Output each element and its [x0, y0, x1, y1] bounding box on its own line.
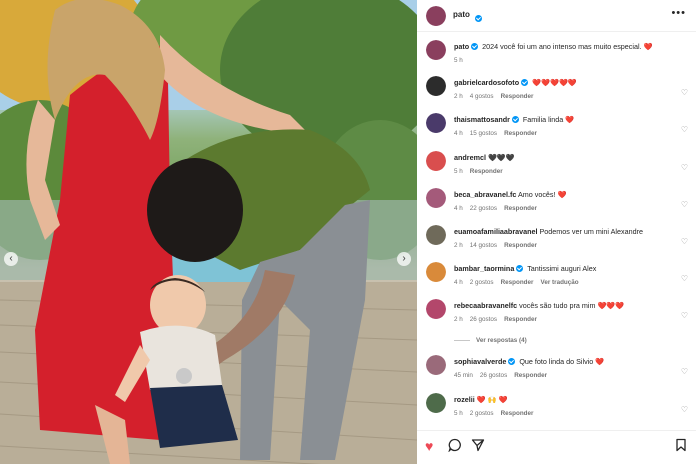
reply-button[interactable]: Responder — [470, 168, 503, 175]
verified-icon — [511, 116, 519, 124]
comment-likes[interactable]: 4 gostos — [470, 93, 494, 100]
caption-author-avatar[interactable] — [426, 40, 446, 60]
commenter-username[interactable]: gabrielcardosofoto — [454, 78, 519, 87]
heart-outline-icon[interactable]: ♡ — [681, 125, 688, 134]
heart-outline-icon[interactable]: ♡ — [681, 237, 688, 246]
heart-filled-icon[interactable]: ♥ — [425, 438, 433, 454]
commenter-avatar[interactable] — [426, 113, 446, 133]
comments-panel: pato ••• pato 2024 você foi um ano inten… — [417, 0, 696, 464]
previous-image-arrow[interactable]: ‹ — [4, 252, 18, 266]
bookmark-icon[interactable] — [675, 438, 687, 455]
next-image-arrow[interactable]: › — [397, 252, 411, 266]
commenter-username[interactable]: andremcl — [454, 153, 486, 162]
view-replies-link[interactable]: Ver respostas (4) — [454, 337, 527, 344]
commenter-username[interactable]: beca_abravanel.fc — [454, 190, 516, 199]
commenter-avatar[interactable] — [426, 299, 446, 319]
reply-button[interactable]: Responder — [504, 130, 537, 137]
caption-text: 2024 você foi um ano intenso mas muito e… — [482, 42, 653, 51]
commenter-avatar[interactable] — [426, 188, 446, 208]
comment-text: ❤️❤️❤️❤️❤️ — [532, 78, 577, 87]
commenter-username[interactable]: euamoafamiliaabravanel — [454, 227, 538, 236]
comment-item: gabrielcardosofoto ❤️❤️❤️❤️❤️ 2 h 4 gostos… — [417, 76, 696, 112]
post-photo: ‹ › — [0, 0, 417, 464]
comment-time: 2 h — [454, 316, 463, 323]
comment-text: ❤️ 🙌 ❤️ — [476, 395, 508, 404]
comment-text: Que foto linda do Silvio ❤️ — [519, 357, 605, 366]
comment-time: 4 h — [454, 279, 463, 287]
verified-icon — [521, 79, 529, 87]
heart-outline-icon[interactable]: ♡ — [681, 405, 688, 414]
commenter-avatar[interactable] — [426, 355, 446, 375]
commenter-avatar[interactable] — [426, 225, 446, 245]
comment-time: 2 h — [454, 93, 463, 101]
comment-time: 5 h — [454, 410, 463, 417]
commenter-username[interactable]: sophiavalverde — [454, 357, 506, 366]
comment-item: sophiavalverde Que foto linda do Silvio … — [417, 355, 696, 391]
comment-text: Podemos ver um mini Alexandre — [539, 227, 643, 236]
photo-illustration — [0, 0, 417, 464]
heart-outline-icon[interactable]: ♡ — [681, 163, 688, 172]
action-bar: ♥ — [417, 430, 696, 464]
verified-icon — [508, 358, 516, 366]
comment-likes[interactable]: 15 gostos — [470, 130, 497, 137]
comment-likes[interactable]: 26 gostos — [470, 316, 497, 323]
comment-likes[interactable]: 2 gostos — [470, 410, 494, 417]
comment-item: rebecaabravanelfc vocês são tudo pra mim… — [417, 299, 696, 335]
comment-item: bambar_taormina Tantissimi auguri Alex 4 … — [417, 262, 696, 298]
replies-divider — [454, 339, 470, 341]
heart-outline-icon[interactable]: ♡ — [681, 367, 688, 376]
verified-icon — [516, 265, 524, 273]
comment-text: vocês são tudo pra mim ❤️❤️❤️ — [519, 301, 625, 310]
share-icon[interactable] — [471, 438, 485, 455]
more-options-icon[interactable]: ••• — [671, 7, 686, 19]
comment-item: rozelii ❤️ 🙌 ❤️ 5 h 2 gostos Responder ♡ — [417, 393, 696, 429]
commenter-username[interactable]: bambar_taormina — [454, 264, 514, 273]
heart-outline-icon[interactable]: ♡ — [681, 88, 688, 97]
commenter-username[interactable]: rebecaabravanelfc — [454, 301, 517, 310]
commenter-username[interactable]: thaismattosandr — [454, 115, 510, 124]
author-avatar[interactable] — [426, 6, 446, 26]
comment-time: 45 min — [454, 372, 473, 380]
reply-button[interactable]: Responder — [501, 410, 534, 417]
reply-button[interactable]: Responder — [504, 205, 537, 212]
reply-button[interactable]: Responder — [501, 93, 534, 100]
comment-item: andremcl 🖤🖤🖤 5 h Responder ♡ — [417, 151, 696, 187]
comment-time: 2 h — [454, 242, 463, 249]
comment-time: 4 h — [454, 205, 463, 212]
reply-button[interactable]: Responder — [504, 316, 537, 323]
comment-likes[interactable]: 26 gostos — [480, 372, 507, 379]
comment-likes[interactable]: 22 gostos — [470, 205, 497, 212]
comment-text: Amo vocês! ❤️ — [517, 190, 567, 199]
caption-author[interactable]: pato — [454, 42, 469, 51]
verified-icon — [473, 10, 484, 28]
comment-icon[interactable] — [448, 438, 462, 455]
comment-likes[interactable]: 2 gostos — [470, 279, 494, 286]
heart-outline-icon[interactable]: ♡ — [681, 200, 688, 209]
reply-button[interactable]: Responder — [514, 372, 547, 379]
reply-button[interactable]: Responder — [501, 279, 534, 286]
commenter-username[interactable]: rozelii — [454, 395, 475, 404]
verified-icon — [471, 43, 479, 51]
commenter-avatar[interactable] — [426, 76, 446, 96]
comment-item: beca_abravanel.fc Amo vocês! ❤️ 4 h 22 gos… — [417, 188, 696, 224]
commenter-avatar[interactable] — [426, 393, 446, 413]
comment-text: Tantissimi auguri Alex — [527, 264, 597, 273]
comment-time: 4 h — [454, 130, 463, 138]
commenter-avatar[interactable] — [426, 262, 446, 282]
comment-text: Familia linda ❤️ — [522, 115, 575, 124]
commenter-avatar[interactable] — [426, 151, 446, 171]
post-header: pato ••• — [417, 0, 696, 32]
heart-outline-icon[interactable]: ♡ — [681, 274, 688, 283]
comment-item: euamoafamiliaabravanel Podemos ver um mi… — [417, 225, 696, 261]
comment-item: thaismattosandr Familia linda ❤️ 4 h 15 go… — [417, 113, 696, 149]
author-username[interactable]: pato — [453, 10, 470, 19]
translate-button[interactable]: Ver tradução — [540, 279, 578, 286]
caption-time: 5 h — [454, 57, 463, 65]
heart-outline-icon[interactable]: ♡ — [681, 311, 688, 320]
comment-text: 🖤🖤🖤 — [487, 153, 515, 162]
comment-time: 5 h — [454, 168, 463, 175]
comment-likes[interactable]: 14 gostos — [470, 242, 497, 249]
reply-button[interactable]: Responder — [504, 242, 537, 249]
post-caption: pato 2024 você foi um ano intenso mas mu… — [417, 40, 696, 76]
